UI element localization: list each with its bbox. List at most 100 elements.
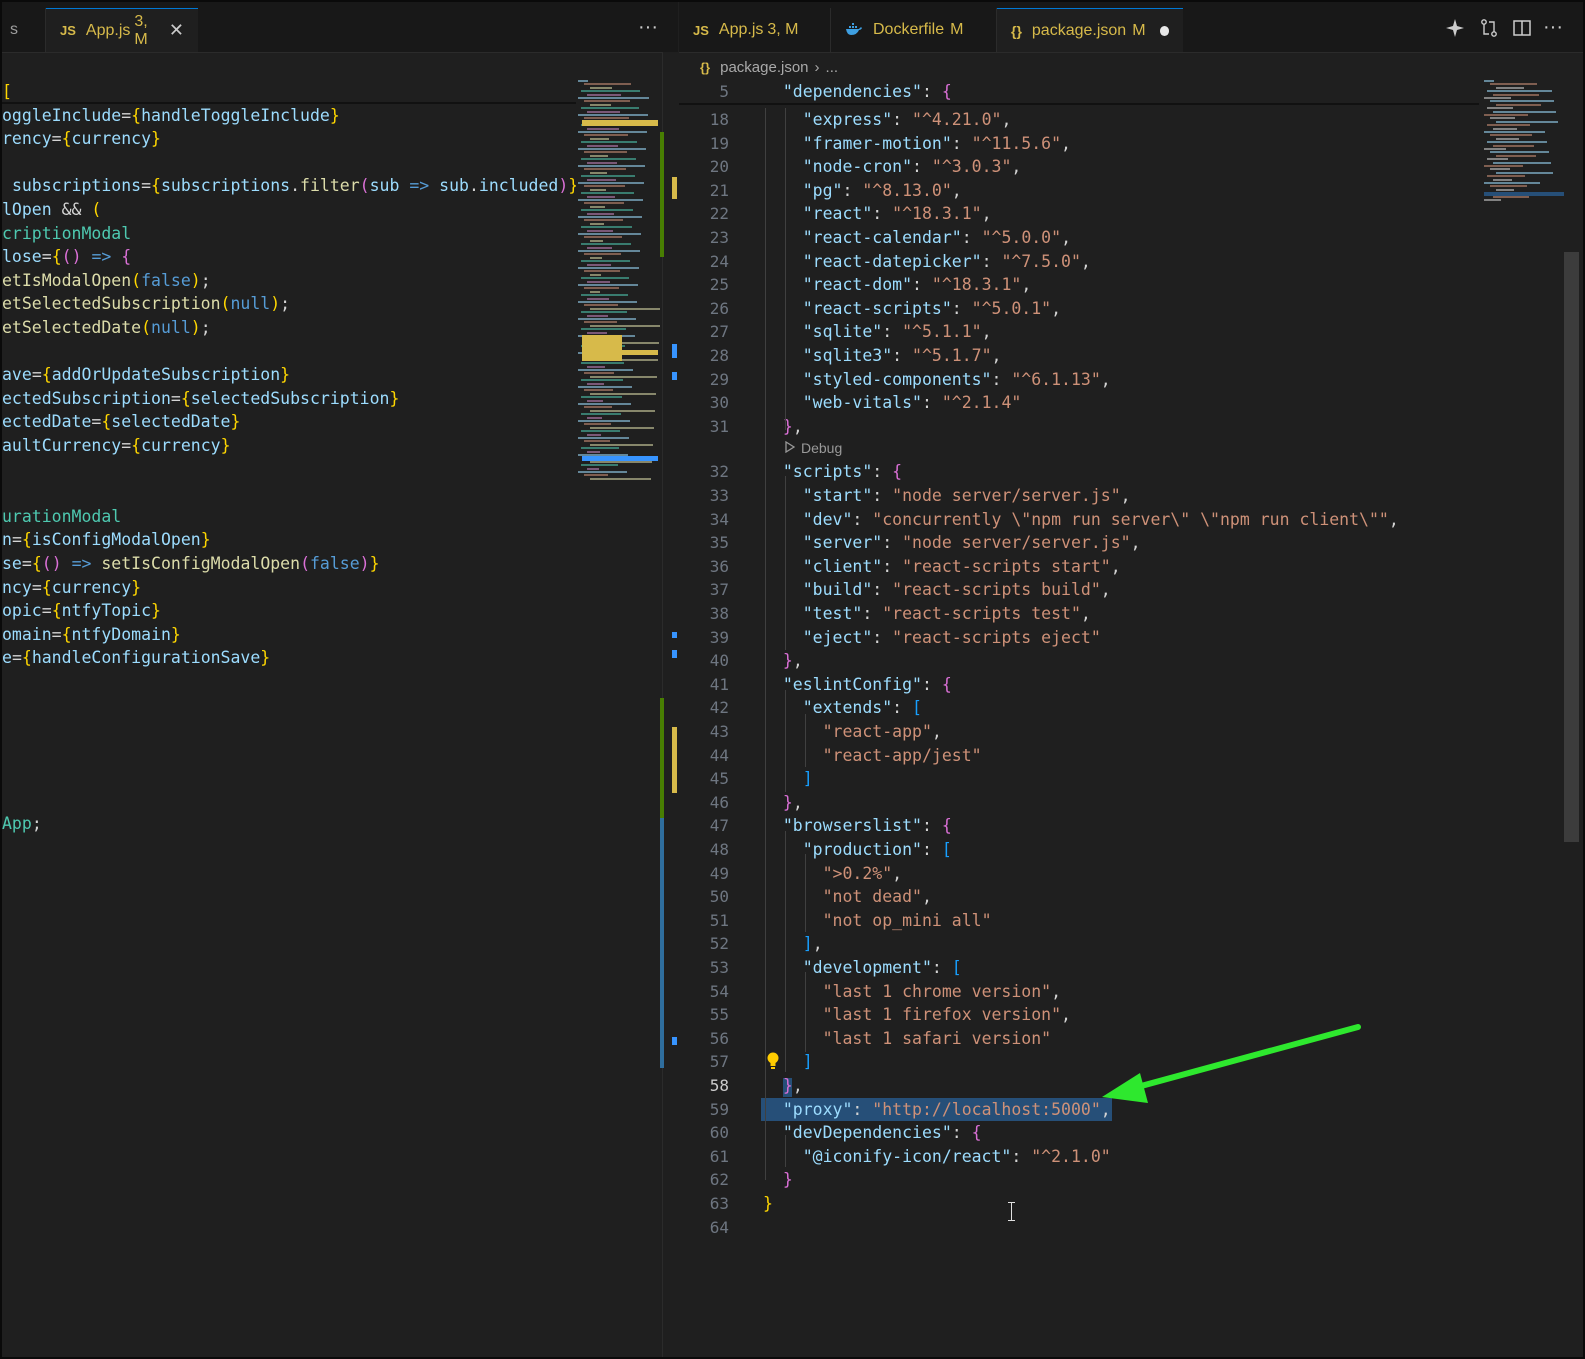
more-actions-icon[interactable]: ··· bbox=[1543, 16, 1563, 39]
code-line: ectedDate={selectedDate} bbox=[2, 412, 241, 432]
code-line: "framer-motion": "^11.5.6", bbox=[802, 133, 1071, 153]
indent-guide bbox=[784, 108, 786, 430]
minimap-line bbox=[581, 175, 635, 178]
code-line: ] bbox=[802, 769, 813, 789]
right-editor[interactable]: 5 "dependencies": {18 "express": "^4.21.… bbox=[679, 52, 1479, 1357]
tab-app-js-left[interactable]: JS App.js 3, M ✕ bbox=[46, 8, 198, 52]
right-minimap[interactable] bbox=[1484, 80, 1564, 210]
line-number: 47 bbox=[709, 816, 729, 836]
code-line: lOpen && ( bbox=[2, 200, 102, 219]
tab-app-js-right[interactable]: JS App.js 3, M bbox=[679, 8, 831, 52]
line-number: 23 bbox=[709, 228, 729, 247]
minimap-line bbox=[581, 447, 619, 450]
unsaved-dot-icon[interactable] bbox=[1159, 25, 1169, 36]
compare-changes-icon[interactable] bbox=[1479, 18, 1499, 42]
minimap-line bbox=[581, 260, 630, 263]
line-number: 53 bbox=[709, 958, 729, 977]
minimap-line bbox=[1484, 131, 1545, 133]
tab-partial[interactable]: s bbox=[2, 8, 46, 52]
code-line: "last 1 firefox version", bbox=[822, 1005, 1071, 1025]
vscode-window: s JS App.js 3, M ✕ ··· [oggleInclude={ha… bbox=[0, 0, 1585, 1359]
line-number: 62 bbox=[709, 1170, 729, 1190]
line-number: 37 bbox=[709, 580, 729, 600]
code-line: rency={currency} bbox=[2, 129, 161, 149]
minimap-line bbox=[590, 477, 651, 480]
minimap-line bbox=[581, 396, 622, 399]
minimap-line bbox=[1493, 127, 1517, 130]
minimap-line bbox=[590, 256, 602, 259]
minimap-line bbox=[1496, 137, 1519, 140]
code-line: aultCurrency={currency} bbox=[2, 436, 231, 455]
left-minimap[interactable] bbox=[578, 80, 662, 500]
more-actions-icon[interactable]: ··· bbox=[638, 16, 658, 39]
line-number: 22 bbox=[709, 204, 729, 224]
minimap-line bbox=[1484, 165, 1523, 167]
left-scrollbar-track[interactable] bbox=[662, 52, 679, 1357]
minimap-line bbox=[1487, 175, 1525, 178]
left-overview-marker bbox=[672, 344, 677, 358]
tab-partial-label: s bbox=[10, 21, 18, 38]
tab-dockerfile[interactable]: Dockerfile M bbox=[831, 8, 997, 52]
minimap-line bbox=[581, 243, 631, 246]
left-diff-marker-green bbox=[660, 698, 664, 818]
left-overview-marker bbox=[672, 177, 677, 199]
minimap-line bbox=[587, 433, 601, 436]
minimap-line bbox=[581, 294, 628, 297]
minimap-line bbox=[578, 233, 641, 235]
split-editor-icon[interactable] bbox=[1512, 18, 1532, 42]
line-number: 54 bbox=[709, 981, 729, 1001]
code-line: ncy={currency} bbox=[2, 577, 142, 597]
code-line: e={handleConfigurationSave} bbox=[2, 648, 271, 668]
minimap-line bbox=[1496, 86, 1524, 89]
left-overview-marker bbox=[672, 727, 677, 793]
codelens-debug[interactable]: Debug bbox=[785, 440, 842, 456]
minimap-line bbox=[584, 100, 630, 103]
line-number: 42 bbox=[709, 698, 729, 718]
minimap-line bbox=[581, 413, 621, 416]
left-overview-marker bbox=[672, 1037, 677, 1045]
code-line: "client": "react-scripts start", bbox=[802, 556, 1121, 576]
line-number: 30 bbox=[709, 393, 729, 413]
minimap-line bbox=[1490, 168, 1510, 171]
close-icon[interactable]: ✕ bbox=[169, 20, 184, 41]
minimap-line bbox=[578, 216, 642, 218]
code-line: subscriptions={subscriptions.filter(sub … bbox=[11, 176, 576, 196]
line-number: 60 bbox=[709, 1123, 729, 1143]
line-number: 33 bbox=[709, 486, 729, 505]
minimap-line bbox=[587, 365, 605, 368]
left-tab-bar: s JS App.js 3, M ✕ ··· bbox=[2, 2, 678, 53]
left-editor[interactable]: [oggleInclude={handleToggleInclude} rency… bbox=[2, 52, 576, 1357]
minimap-line bbox=[587, 416, 602, 419]
minimap-line bbox=[587, 314, 608, 317]
line-number: 63 bbox=[709, 1194, 729, 1213]
minimap-line bbox=[590, 86, 612, 89]
code-line: "not dead", bbox=[822, 887, 932, 907]
minimap-line bbox=[1487, 90, 1552, 93]
code-line: omain={ntfyDomain} bbox=[2, 624, 181, 644]
tab-package-json[interactable]: {} package.json M bbox=[997, 8, 1183, 52]
minimap-line bbox=[578, 165, 645, 167]
line-number: 51 bbox=[709, 910, 729, 930]
line-number: 18 bbox=[709, 110, 729, 129]
sparkle-icon[interactable] bbox=[1445, 18, 1465, 42]
minimap-line bbox=[587, 331, 607, 334]
minimap-line bbox=[584, 423, 611, 426]
sticky-scroll-line[interactable]: 5 "dependencies": { bbox=[679, 80, 1479, 105]
minimap-line bbox=[590, 273, 601, 276]
left-overview-marker bbox=[672, 372, 677, 380]
json-file-icon: {} bbox=[1011, 22, 1022, 39]
minimap-line bbox=[1490, 134, 1532, 137]
right-scrollbar[interactable] bbox=[1564, 252, 1579, 842]
line-number: 59 bbox=[709, 1099, 729, 1119]
code-line: "dependencies": { bbox=[782, 82, 952, 101]
line-number: 48 bbox=[709, 840, 729, 859]
line-number: 31 bbox=[709, 416, 729, 436]
left-overview-marker bbox=[672, 632, 677, 638]
line-number: 49 bbox=[709, 863, 729, 883]
code-line: etIsModalOpen(false); bbox=[2, 270, 211, 290]
code-line: }, bbox=[782, 651, 803, 671]
mouse-ibeam-cursor bbox=[1008, 1202, 1015, 1221]
minimap-line bbox=[1487, 124, 1530, 127]
minimap-line bbox=[1496, 103, 1541, 106]
code-line: oggleInclude={handleToggleInclude} bbox=[2, 105, 340, 125]
